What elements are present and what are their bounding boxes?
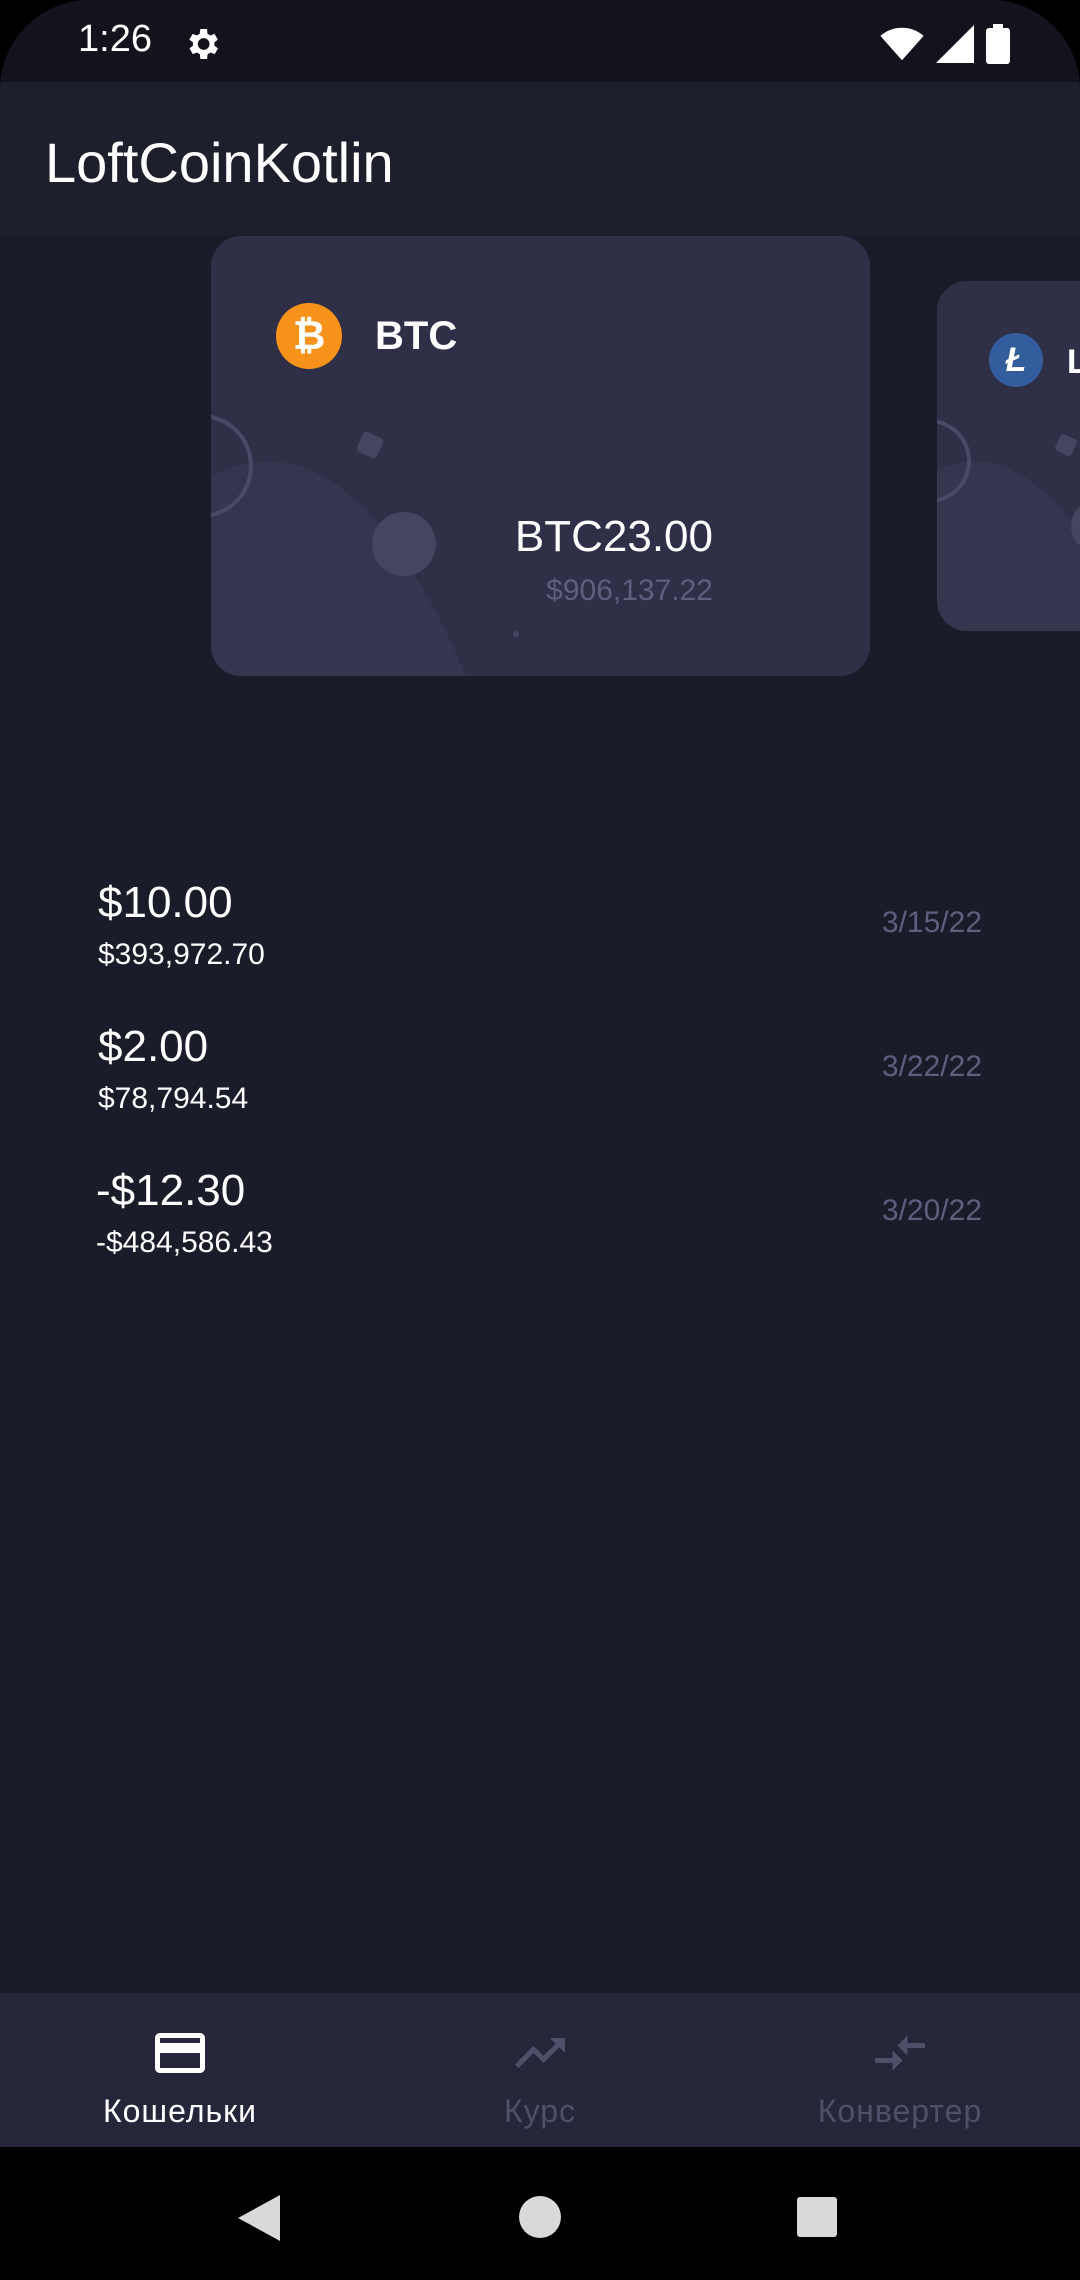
coin-symbol: L xyxy=(1067,343,1080,381)
transaction-date: 3/15/22 xyxy=(881,906,982,939)
card-decoration xyxy=(211,414,519,676)
bitcoin-icon: ₿ xyxy=(276,303,342,369)
battery-icon xyxy=(986,24,1010,64)
coin-symbol: BTC xyxy=(375,314,458,358)
status-time: 1:26 xyxy=(78,18,152,60)
recents-icon[interactable] xyxy=(797,2197,837,2237)
transaction-row[interactable]: $2.00 $78,794.54 3/22/22 xyxy=(0,1014,1080,1144)
transaction-fiat: -$484,586.43 xyxy=(96,1226,273,1259)
wallet-card-ltc[interactable]: Ł L xyxy=(937,281,1080,631)
app-title: LoftCoinKotlin xyxy=(45,131,394,194)
transaction-row[interactable]: -$12.30 -$484,586.43 3/20/22 xyxy=(0,1158,1080,1288)
signal-icon xyxy=(936,25,974,63)
back-icon[interactable] xyxy=(238,2195,280,2241)
swap-arrows-icon xyxy=(875,2035,925,2071)
wallet-carousel[interactable]: ₿ BTC BTC23.00 $906,137.22 Ł L xyxy=(0,236,1080,696)
transaction-amount: -$12.30 xyxy=(96,1166,246,1215)
transaction-amount: $10.00 xyxy=(98,878,233,927)
app-screen: 1:26 LoftCoinKotlin ₿ BTC BTC23.00 $906,… xyxy=(0,0,1080,2280)
nav-label: Курс xyxy=(503,2093,577,2129)
gear-icon xyxy=(189,29,218,59)
nav-label: Конвертер xyxy=(817,2093,983,2129)
transaction-row[interactable]: $10.00 $393,972.70 3/15/22 xyxy=(0,870,1080,1000)
litecoin-icon: Ł xyxy=(989,333,1043,387)
card-balance: BTC23.00 xyxy=(514,512,713,561)
nav-item-wallets[interactable]: Кошельки xyxy=(0,1993,360,2147)
bottom-navigation: Кошельки Курс Конвертер xyxy=(0,1993,1080,2147)
transaction-fiat: $78,794.54 xyxy=(98,1082,249,1115)
status-icons xyxy=(880,22,1010,66)
trending-up-icon xyxy=(515,2038,565,2068)
transaction-date: 3/20/22 xyxy=(881,1194,982,1227)
nav-label: Кошельки xyxy=(102,2093,258,2129)
transaction-fiat: $393,972.70 xyxy=(98,938,265,971)
system-navigation-bar xyxy=(0,2147,1080,2280)
status-bar: 1:26 xyxy=(0,0,1080,82)
card-fiat-balance: $906,137.22 xyxy=(546,574,713,607)
home-icon[interactable] xyxy=(518,2195,562,2239)
wallet-card-btc[interactable]: ₿ BTC BTC23.00 $906,137.22 xyxy=(211,236,870,676)
wifi-icon xyxy=(880,27,924,61)
nav-item-rates[interactable]: Курс xyxy=(360,1993,720,2147)
top-app-bar: LoftCoinKotlin xyxy=(0,82,1080,236)
transaction-date: 3/22/22 xyxy=(881,1050,982,1083)
nav-item-converter[interactable]: Конвертер xyxy=(720,1993,1080,2147)
wallet-card-icon xyxy=(155,2033,205,2073)
transaction-amount: $2.00 xyxy=(98,1022,209,1071)
